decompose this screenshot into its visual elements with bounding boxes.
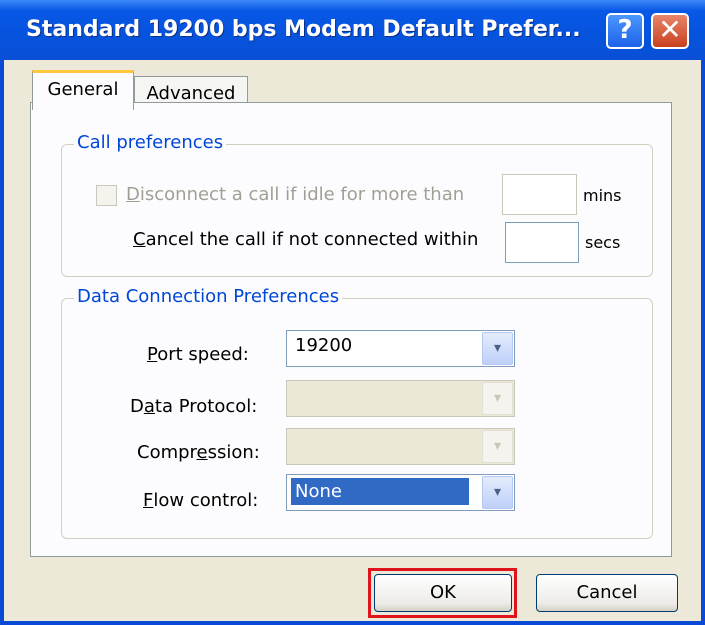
title-bar[interactable]: Standard 19200 bps Modem Default Prefer.…	[0, 0, 705, 60]
cancel-call-label: Cancel the call if not connected within	[133, 229, 479, 250]
ok-button[interactable]: OK	[374, 574, 512, 612]
flow-control-value: None	[291, 478, 469, 505]
data-protocol-select[interactable]: ▾	[286, 380, 515, 417]
cancel-button[interactable]: Cancel	[536, 574, 678, 612]
seconds-unit-label: secs	[585, 233, 621, 252]
data-protocol-label: Data Protocol:	[130, 396, 258, 417]
chevron-down-icon: ▾	[482, 430, 513, 463]
close-button[interactable]: ✕	[651, 13, 689, 49]
chevron-down-icon[interactable]: ▾	[482, 332, 513, 365]
disconnect-idle-minutes-input[interactable]	[502, 174, 577, 215]
flow-control-select[interactable]: None ▾	[286, 474, 515, 511]
compression-select[interactable]: ▾	[286, 428, 515, 465]
chevron-down-icon: ▾	[482, 382, 513, 415]
tab-general[interactable]: General	[32, 70, 134, 110]
cancel-call-seconds-input[interactable]	[505, 222, 579, 263]
disconnect-idle-label: Disconnect a call if idle for more than	[126, 184, 465, 205]
port-speed-label: Port speed:	[147, 344, 249, 365]
port-speed-value: 19200	[295, 335, 353, 356]
help-button[interactable]: ?	[606, 13, 644, 49]
port-speed-select[interactable]: 19200 ▾	[286, 330, 515, 367]
data-connection-title: Data Connection Preferences	[74, 286, 343, 307]
compression-label: Compression:	[137, 442, 260, 463]
disconnect-idle-checkbox[interactable]	[96, 185, 117, 206]
flow-control-label: Flow control:	[143, 490, 259, 511]
minutes-unit-label: mins	[583, 186, 622, 205]
call-preferences-title: Call preferences	[74, 132, 227, 153]
chevron-down-icon[interactable]: ▾	[482, 476, 513, 509]
window-title: Standard 19200 bps Modem Default Prefer.…	[26, 17, 581, 42]
